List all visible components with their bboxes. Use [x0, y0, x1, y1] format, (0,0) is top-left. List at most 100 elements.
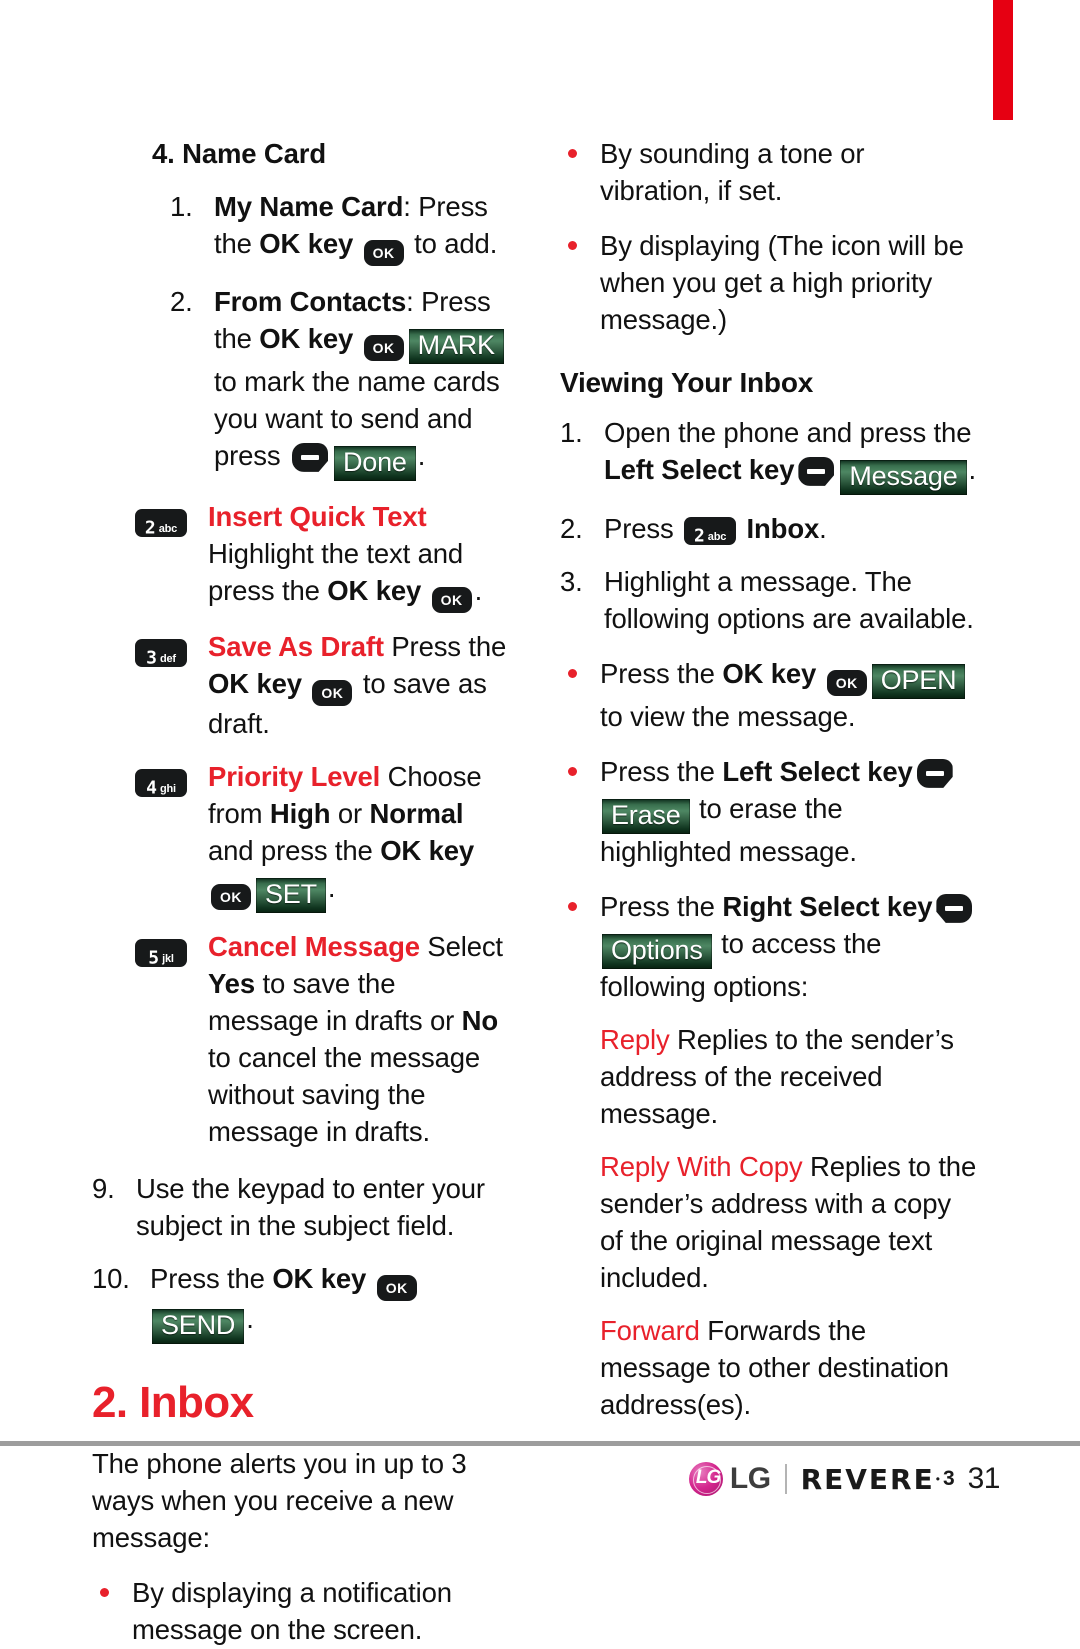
- list-marker: 9.: [92, 1172, 115, 1204]
- lg-wordmark: LG: [729, 1462, 771, 1495]
- section-heading-text: 2. Inbox: [92, 1377, 254, 1427]
- option-title-priority-level: Priority Level: [208, 760, 381, 792]
- bullet-dot-icon: [100, 1587, 109, 1597]
- bullet-dot-icon: [568, 240, 577, 250]
- list-item-my-name-card: 1. My Name Card: Press the OK key OK to …: [170, 189, 512, 266]
- softkey-label-message[interactable]: Message: [840, 459, 967, 495]
- bullet-item-options-menu: Press the Right Select key Options to acc…: [560, 889, 980, 1006]
- value-no: No: [461, 1004, 499, 1036]
- left-heading-name-card: 4. Name Card: [152, 136, 512, 173]
- softkey-label-open[interactable]: OPEN: [871, 663, 966, 699]
- softkey-label-mark[interactable]: MARK: [408, 328, 504, 364]
- bullet-text: By displaying (The icon will be when you…: [600, 229, 964, 335]
- keyed-item-save-as-draft: 3 def Save As Draft Press the OK key OK t…: [132, 629, 512, 743]
- step9-text: Use the keypad to enter your subject in …: [136, 1172, 485, 1241]
- inbox-intro-paragraph: The phone alerts you in up to 3 ways whe…: [92, 1446, 512, 1557]
- bullet-item-erase-message: Press the Left Select key Erase to erase …: [560, 754, 980, 871]
- bullet-item-displaying-icon: By displaying (The icon will be when you…: [560, 228, 980, 339]
- lg-logo-icon: LG: [688, 1462, 723, 1496]
- left-select-key-icon: [798, 456, 835, 486]
- option-title-insert-quick-text: Insert Quick Text: [208, 500, 427, 532]
- number-key-4-icon: 4 ghi: [132, 763, 190, 800]
- bullet-dot-icon: [568, 668, 577, 678]
- inbox-intro-text: The phone alerts you in up to 3 ways whe…: [92, 1447, 467, 1553]
- ok-key-icon: OK: [312, 679, 353, 706]
- number-key-5-icon: 5 jkl: [132, 933, 190, 970]
- list-marker: 10.: [92, 1262, 130, 1294]
- step2-text-c: .: [819, 512, 827, 544]
- bullet-text-a: Press the: [600, 755, 723, 787]
- term-ok-key: OK key: [208, 667, 302, 699]
- bullet-text-b: to view the message.: [600, 700, 856, 732]
- footer-separator: [784, 1464, 787, 1494]
- option-body-mid: or: [330, 797, 370, 829]
- page-content: 4. Name Card 1. My Name Card: Press the …: [0, 136, 1080, 1645]
- option-body-a: Press the: [383, 630, 507, 662]
- term-ok-key: OK key: [259, 227, 354, 259]
- left-select-key-icon: [292, 442, 328, 472]
- term-ok-key: OK key: [272, 1262, 367, 1294]
- term-inbox: Inbox: [746, 512, 820, 544]
- subheading-text: Viewing Your Inbox: [560, 366, 814, 398]
- bullet-item-tone-vibration: By sounding a tone or vibration, if set.: [560, 136, 980, 210]
- bullet-text: By sounding a tone or vibration, if set.: [600, 138, 865, 206]
- option-term-reply-with-copy: Reply With Copy: [600, 1150, 803, 1182]
- term-right-select-key: Right Select key: [722, 890, 933, 922]
- option-body-b: .: [474, 574, 483, 606]
- left-select-key-icon: [916, 758, 953, 788]
- step2-text-c: .: [417, 439, 426, 471]
- number-key-2-icon: 2 abc: [684, 516, 737, 547]
- keyed-item-insert-quick-text: 2 abc Insert Quick Text Highlight the tex…: [132, 499, 512, 613]
- softkey-label-options[interactable]: Options: [602, 933, 712, 969]
- option-title-save-as-draft: Save As Draft: [208, 630, 384, 662]
- option-definition-forward: Forward Forwards the message to other de…: [560, 1313, 980, 1424]
- product-trademark: •: [935, 1472, 940, 1486]
- softkey-label-erase[interactable]: Erase: [602, 798, 690, 834]
- option-term-reply: Reply: [600, 1023, 670, 1055]
- term-from-contacts: From Contacts: [214, 285, 407, 317]
- right-column: By sounding a tone or vibration, if set.…: [560, 136, 980, 1424]
- option-body-c: .: [327, 871, 336, 903]
- term-my-name-card: My Name Card: [214, 190, 404, 222]
- option-definition-reply-with-copy: Reply With Copy Replies to the sender’s …: [560, 1149, 980, 1297]
- list-item-open-phone: 1. Open the phone and press the Left Sel…: [560, 415, 980, 495]
- value-high: High: [269, 797, 331, 829]
- bullet-dot-icon: [568, 901, 577, 911]
- ok-key-icon: OK: [431, 586, 472, 613]
- right-select-key-icon: [936, 893, 973, 923]
- softkey-label-send[interactable]: SEND: [152, 1308, 245, 1344]
- list-item-step-9: 9. Use the keypad to enter your subject …: [92, 1171, 512, 1245]
- bullet-item-open-message: Press the OK key OK OPEN to view the mess…: [560, 656, 980, 736]
- list-marker: 1.: [170, 190, 193, 222]
- keyed-item-cancel-message: 5 jkl Cancel Message Select Yes to save t…: [132, 929, 512, 1151]
- list-marker: 1.: [560, 416, 583, 448]
- page-number: 31: [967, 1462, 1001, 1495]
- bullet-dot-icon: [568, 149, 577, 158]
- list-item-from-contacts: 2. From Contacts: Press the OK key OK MAR…: [170, 284, 512, 481]
- term-left-select-key: Left Select key: [722, 755, 913, 787]
- step10-text-b: .: [246, 1302, 254, 1334]
- number-key-2-icon: 2 abc: [132, 503, 190, 540]
- softkey-label-done[interactable]: Done: [334, 445, 416, 481]
- bullet-dot-icon: [568, 766, 577, 776]
- bullet-text-a: Press the: [600, 657, 723, 689]
- option-definition-reply: Reply Replies to the sender’s address of…: [560, 1022, 980, 1133]
- list-item-press-inbox: 2. Press 2 abc Inbox.: [560, 511, 980, 548]
- page-edge-tab: [993, 0, 1013, 120]
- option-title-cancel-message: Cancel Message: [208, 930, 420, 962]
- step1-text-a: Open the phone and press the: [604, 416, 972, 448]
- list-marker: 2.: [170, 285, 193, 317]
- footer-divider: [0, 1441, 1080, 1446]
- term-ok-key: OK key: [259, 322, 354, 354]
- number-key-3-icon: 3 def: [132, 633, 190, 670]
- step1-text-b: .: [968, 453, 977, 485]
- list-item-step-10: 10. Press the OK key OK SEND.: [92, 1261, 512, 1344]
- option-body-b: to cancel the message without saving the…: [208, 1041, 481, 1147]
- ok-key-icon: OK: [826, 669, 867, 696]
- ok-key-icon: OK: [363, 334, 404, 361]
- ok-key-icon: OK: [376, 1274, 417, 1301]
- ok-key-icon: OK: [211, 883, 251, 910]
- term-ok-key: OK key: [722, 657, 817, 689]
- value-yes: Yes: [208, 967, 255, 999]
- softkey-label-set[interactable]: SET: [256, 877, 326, 913]
